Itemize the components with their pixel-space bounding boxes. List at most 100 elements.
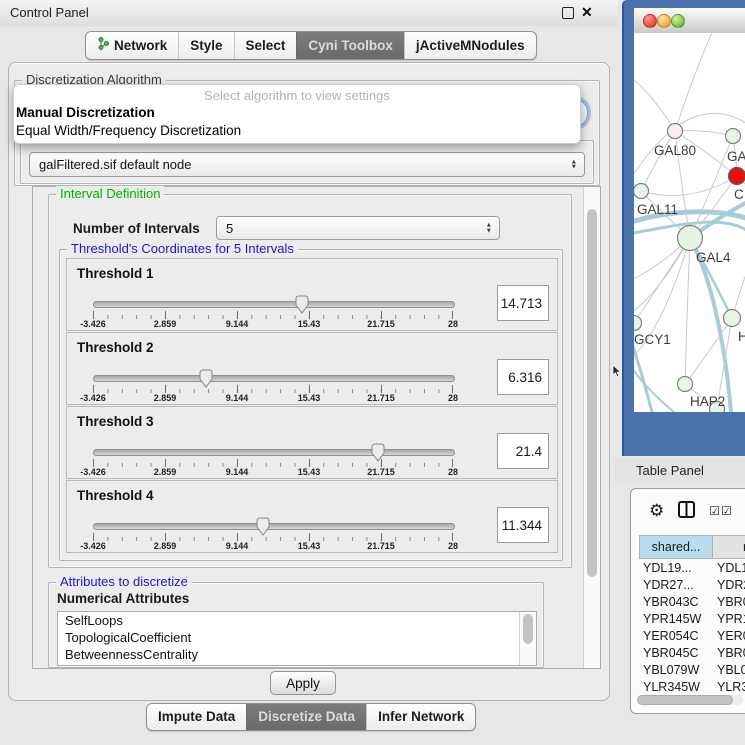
numerical-attributes-list[interactable]: SelfLoops TopologicalCoefficient Between… (57, 611, 537, 666)
node-hap2[interactable] (678, 377, 693, 392)
list-item[interactable]: SelfLoops (58, 612, 536, 629)
table-row[interactable]: YDR27...YDR2 (639, 576, 745, 593)
dropdown-option-manual-discretization[interactable]: Manual Discretization (14, 104, 580, 122)
number-of-intervals-label: Number of Intervals (73, 221, 200, 236)
node-ga[interactable] (726, 129, 741, 144)
list-scrollbar[interactable] (519, 612, 536, 665)
attributes-group-label: Attributes to discretize (56, 574, 192, 589)
number-of-intervals-value: 5 (217, 221, 233, 236)
scrollbar-thumb[interactable] (587, 209, 597, 577)
zoom-traffic-light[interactable] (671, 14, 685, 28)
list-item[interactable]: TopologicalCoefficient (58, 629, 536, 646)
control-panel-titlebar: Control Panel ✕ (0, 0, 618, 26)
slider-ticks (93, 385, 453, 393)
table-row[interactable]: YLR345WYLR3 (639, 678, 745, 695)
dropdown-option-equal-width[interactable]: Equal Width/Frequency Discretization (14, 122, 580, 140)
split-columns-icon[interactable] (678, 501, 695, 521)
node-label: GA (727, 149, 745, 164)
table-row[interactable]: YBL079WYBL0 (639, 661, 745, 678)
combo-arrows-icon: ▲▼ (571, 159, 577, 170)
threshold-4-panel: Threshold 4 -3.426 2.859 9.144 21.715 15… (66, 480, 558, 553)
tab-infer-network[interactable]: Infer Network (366, 704, 475, 730)
tab-discretize-data-label: Discretize Data (258, 709, 355, 724)
table-header-row: shared... n (639, 535, 745, 559)
cyni-bottom-tabbar: Impute Data Discretize Data Infer Networ… (146, 703, 476, 731)
slider-tick-labels: -3.426 2.859 9.144 15.43 21.715 28 (93, 467, 453, 477)
slider-tick-labels: -3.426 2.859 9.144 21.715 15.43 28 (93, 541, 453, 551)
tab-select[interactable]: Select (234, 32, 297, 59)
node-label: GAL11 (637, 202, 678, 217)
node-red-selected[interactable] (729, 168, 745, 185)
algorithm-dropdown-popup: Select algorithm to view settings Manual… (13, 84, 581, 144)
table-panel: ⚙ ☑☑ shared... n YDL19...YDL1 YDR27...YD… (630, 488, 745, 714)
network-graph: GAL80 GA C GAL11 GAL4 GCY1 H HAP2 (634, 33, 745, 412)
scrollbar-thumb[interactable] (637, 695, 733, 705)
node-label: GAL80 (654, 143, 696, 158)
threshold-2-value-field[interactable]: 6.316 (497, 359, 549, 395)
close-traffic-light[interactable] (643, 14, 657, 28)
threshold-2-slider[interactable] (93, 375, 455, 382)
slider-tick-labels: -3.426 2.859 9.144 15.43 21.715 28 (93, 319, 453, 329)
interval-definition-label: Interval Definition (56, 186, 164, 201)
tab-impute-data[interactable]: Impute Data (147, 704, 246, 730)
network-icon (97, 37, 109, 53)
table-horizontal-scrollbar[interactable] (637, 695, 743, 705)
tab-style[interactable]: Style (178, 32, 233, 59)
tab-discretize-data[interactable]: Discretize Data (246, 704, 366, 730)
node-label: C (734, 187, 744, 202)
column-header-shared[interactable]: shared... (639, 535, 713, 559)
threshold-1-slider[interactable] (93, 301, 455, 308)
scrollbar-thumb[interactable] (523, 614, 533, 644)
table-row[interactable]: YBR045CYBR0 (639, 644, 745, 661)
slider-ticks (93, 533, 453, 541)
node-gal80[interactable] (668, 124, 683, 139)
tab-jactivemnodules[interactable]: jActiveMNodules (404, 32, 536, 59)
node-gcy1[interactable] (634, 316, 642, 331)
node-label: GCY1 (634, 332, 671, 347)
node-table[interactable]: shared... n YDL19...YDL1 YDR27...YDR2 YB… (639, 535, 745, 695)
table-panel-title: Table Panel (636, 463, 704, 478)
threshold-4-slider[interactable] (93, 523, 455, 530)
float-window-icon[interactable] (562, 7, 574, 19)
dropdown-prompt: Select algorithm to view settings (14, 87, 580, 104)
threshold-3-panel: Threshold 3 -3.426 2.859 9.144 15.43 21.… (66, 406, 558, 479)
threshold-4-value-field[interactable]: 11.344 (497, 507, 549, 543)
table-row[interactable]: YDL19...YDL1 (639, 559, 745, 576)
column-header-name[interactable]: n (713, 535, 745, 559)
tab-network-label: Network (114, 38, 167, 53)
table-row[interactable]: YER054CYER0 (639, 627, 745, 644)
apply-button[interactable]: Apply (270, 671, 336, 695)
table-data-combobox[interactable]: galFiltered.sif default node ▲▼ (29, 152, 585, 177)
minimize-traffic-light[interactable] (657, 14, 671, 28)
threshold-3-slider[interactable] (93, 449, 455, 456)
network-canvas[interactable]: GAL80 GA C GAL11 GAL4 GCY1 H HAP2 (634, 33, 745, 412)
table-row[interactable]: YPR145WYPR1 (639, 610, 745, 627)
slider-ticks (93, 459, 453, 467)
table-row[interactable]: YBR043CYBR0 (639, 593, 745, 610)
screen: Control Panel ✕ Network Style Select Cyn… (0, 0, 745, 745)
threshold-1-value-field[interactable]: 14.713 (497, 285, 549, 321)
tab-network[interactable]: Network (86, 32, 178, 59)
thresholds-group-label: Threshold's Coordinates for 5 Intervals (67, 241, 298, 256)
settings-scrollbar[interactable] (583, 187, 600, 668)
node-label: GAL4 (696, 250, 731, 265)
numerical-attributes-label: Numerical Attributes (57, 591, 189, 606)
node-gal11[interactable] (634, 184, 649, 199)
interval-definition-group: Interval Definition Number of Intervals … (48, 194, 572, 568)
tab-cyni-toolbox[interactable]: Cyni Toolbox (296, 32, 404, 59)
control-panel-tabbar: Network Style Select Cyni Toolbox jActiv… (85, 31, 537, 60)
close-icon[interactable]: ✕ (581, 4, 593, 21)
threshold-1-label: Threshold 1 (77, 266, 154, 281)
attributes-group: Attributes to discretize Numerical Attri… (48, 582, 544, 668)
node-gal4[interactable] (678, 226, 703, 251)
threshold-2-panel: Threshold 2 -3.426 2.859 9.144 15.43 21.… (66, 332, 558, 405)
number-of-intervals-spinner[interactable]: 5 ▲▼ (216, 216, 500, 240)
network-window-titlebar[interactable] (634, 8, 745, 34)
list-item[interactable]: BetweennessCentrality (58, 646, 536, 663)
tab-infer-network-label: Infer Network (378, 709, 464, 724)
threshold-3-value-field[interactable]: 21.4 (497, 433, 549, 469)
node-label: H (738, 329, 745, 344)
select-columns-icon[interactable]: ☑☑ (709, 504, 733, 518)
gear-icon[interactable]: ⚙ (649, 501, 664, 521)
node-h[interactable] (724, 310, 741, 327)
